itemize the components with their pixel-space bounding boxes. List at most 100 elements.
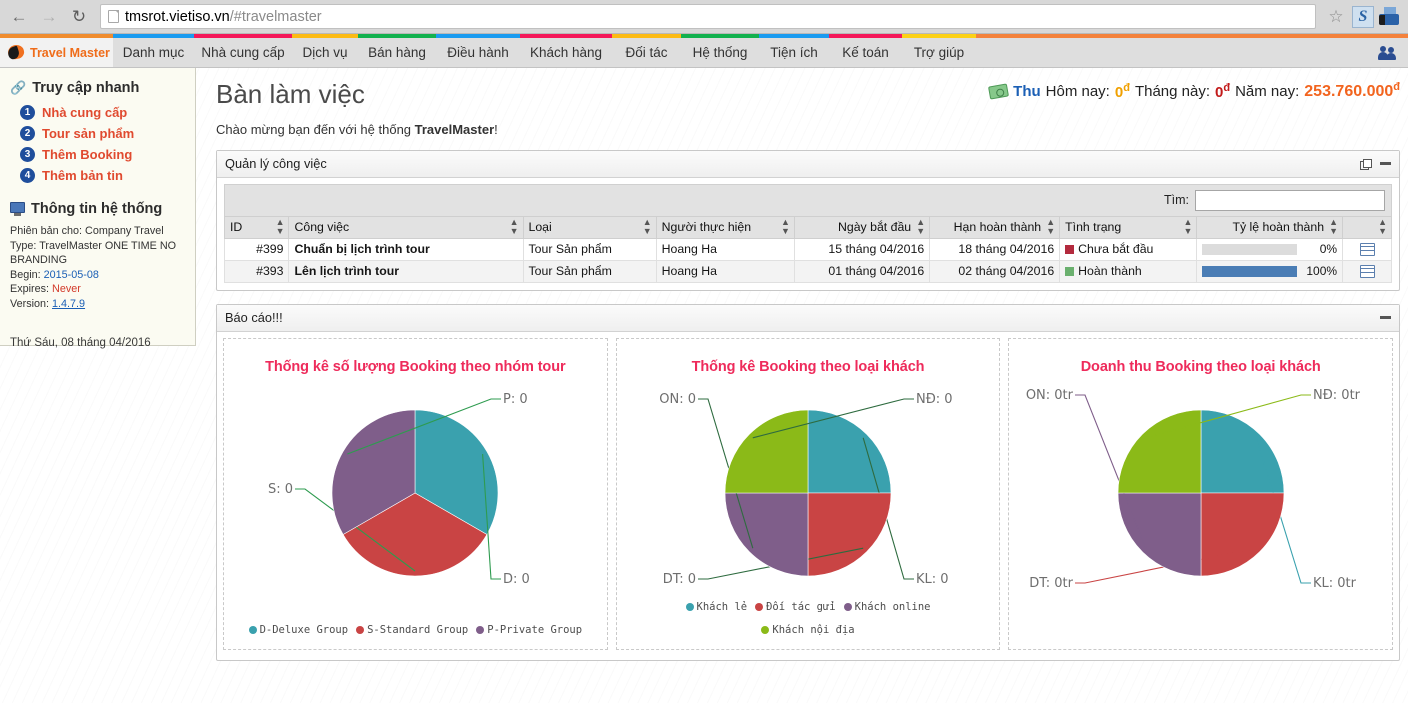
forward-arrow-icon[interactable]: → [36, 4, 62, 30]
quick-link-number: 4 [20, 168, 35, 183]
quick-link-item[interactable]: 4 Thêm bản tin [20, 168, 185, 183]
quick-link-item[interactable]: 3 Thêm Booking [20, 147, 185, 162]
nav-item-3[interactable]: Dịch vụ [292, 38, 358, 67]
grid-detail-icon[interactable] [1359, 264, 1375, 278]
sys-version-value[interactable]: 1.4.7.9 [52, 298, 85, 310]
minimize-icon[interactable] [1380, 162, 1391, 165]
sort-arrows-icon[interactable]: ▲ ▼ [916, 218, 925, 236]
sort-arrows-icon[interactable]: ▲ ▼ [1184, 218, 1193, 236]
pie-slice[interactable] [1117, 492, 1201, 576]
table-row[interactable]: #393 Lên lịch trình tour Tour Sản phẩm Hoan… [223, 259, 1392, 283]
sort-arrows-icon[interactable]: ▲ ▼ [643, 218, 652, 236]
quick-link-label[interactable]: Tour sản phẩm [42, 126, 134, 141]
report-panel-header: Báo cáo!!! [217, 304, 1399, 332]
column-header[interactable]: Công việc ▲ ▼ [288, 215, 524, 239]
pie-slice[interactable] [807, 492, 892, 576]
legend-entry[interactable]: Khách nội địa [761, 624, 855, 636]
users-icon[interactable] [1378, 45, 1398, 61]
cell-id[interactable]: #393 [223, 259, 290, 283]
grid-detail-icon[interactable] [1359, 242, 1375, 256]
work-panel-body: Tìm: ID ▲ ▼ Công việc ▲ ▼ Loại ▲ ▼ Người thực hiệ… [217, 178, 1399, 290]
legend-entry[interactable]: S-Standard Group [356, 624, 468, 636]
back-arrow-icon[interactable]: ← [6, 4, 32, 30]
column-header-label: Loại [528, 220, 552, 234]
column-header[interactable]: ID ▲ ▼ [223, 215, 290, 239]
column-header-label: Ngày bắt đầu [838, 220, 912, 234]
extension-s-icon[interactable]: S [1352, 5, 1374, 28]
nav-item-11[interactable]: Trợ giúp [902, 38, 976, 67]
pie-slice-label: S: 0 [268, 482, 293, 497]
brand-logo-area[interactable]: Travel Master [0, 38, 113, 67]
url-text: tmsrot.vietiso.vn/#travelmaster [125, 9, 322, 25]
welcome-brand: TravelMaster [414, 121, 495, 137]
column-header[interactable]: Tình trạng ▲ ▼ [1059, 215, 1198, 239]
nav-item-5[interactable]: Điều hành [436, 38, 520, 67]
address-bar[interactable]: tmsrot.vietiso.vn/#travelmaster [100, 4, 1316, 29]
cell-action[interactable] [1342, 259, 1392, 283]
work-panel-header: Quản lý công việc [217, 150, 1399, 178]
quick-link-label[interactable]: Thêm bản tin [42, 168, 123, 183]
nav-item-8[interactable]: Hệ thống [681, 38, 759, 67]
pie-slice[interactable] [724, 409, 809, 493]
quick-link-label[interactable]: Nhà cung cấp [42, 105, 127, 120]
pie-slice[interactable] [1200, 409, 1284, 493]
nav-item-7[interactable]: Đối tác [612, 38, 681, 67]
pie-slice[interactable] [724, 492, 809, 576]
pie-slice[interactable] [807, 409, 892, 493]
column-header[interactable]: Ngày bắt đầu ▲ ▼ [793, 215, 931, 239]
legend-label: Khách online [854, 601, 931, 614]
legend-entry[interactable]: Khách online [843, 601, 931, 614]
cell-task: Lên lịch trình tour [288, 259, 524, 283]
nav-item-6[interactable]: Khách hàng [520, 38, 612, 67]
legend-entry[interactable]: Khách lẻ [685, 601, 747, 613]
quick-link-item[interactable]: 1 Nhà cung cấp [20, 105, 185, 120]
quick-link-number: 2 [20, 126, 35, 141]
revenue-month-key: Tháng này: [1134, 82, 1210, 100]
nav-item-2[interactable]: Nhà cung cấp [194, 38, 292, 67]
revenue-label: Thu [1013, 82, 1041, 100]
nav-item-9[interactable]: Tiện ích [759, 38, 829, 67]
pie-slice[interactable] [1117, 409, 1201, 493]
pie-slice[interactable] [1200, 492, 1284, 576]
sort-arrows-icon[interactable]: ▲ ▼ [781, 218, 790, 236]
quick-access-list: 1 Nhà cung cấp 2 Tour sản phẩm 3 Thêm Booking… [10, 105, 185, 183]
sort-arrows-icon[interactable]: ▲ ▼ [1378, 218, 1387, 236]
column-header[interactable]: ▲ ▼ [1342, 215, 1392, 239]
search-input[interactable] [1195, 189, 1385, 211]
chart-title: Thống kê số lượng Booking theo nhóm tour [265, 358, 566, 375]
minimize-icon[interactable] [1380, 316, 1391, 319]
report-panel-body: Thống kê số lượng Booking theo nhóm tour… [217, 332, 1399, 660]
sort-arrows-icon[interactable]: ▲ ▼ [276, 218, 285, 236]
legend-color-dot [843, 603, 852, 612]
row-id-link[interactable]: #399 [256, 242, 283, 256]
pie-chart-svg: KL: 0 DT: 0 ON: 0 NĐ: 0 [659, 392, 952, 587]
nav-item-1[interactable]: Danh mục [113, 38, 194, 67]
quick-link-item[interactable]: 2 Tour sản phẩm [20, 126, 185, 141]
nav-right-tools [1378, 38, 1408, 67]
column-header[interactable]: Tỷ lệ hoàn thành ▲ ▼ [1196, 215, 1344, 239]
nav-item-4[interactable]: Bán hàng [358, 38, 436, 67]
row-id-link[interactable]: #393 [256, 264, 283, 278]
cell-id[interactable]: #399 [223, 237, 290, 261]
legend-entry[interactable]: Đối tác gửi [755, 601, 836, 613]
column-header[interactable]: Người thực hiện ▲ ▼ [655, 215, 795, 239]
reload-icon[interactable]: ↻ [66, 4, 92, 30]
bookmark-star-icon[interactable]: ☆ [1324, 7, 1348, 27]
table-row[interactable]: #399 Chuẩn bị lịch trình tour Tour Sản phẩ… [223, 237, 1392, 261]
cell-due-date: 02 tháng 04/2016 [929, 259, 1061, 283]
quick-link-label[interactable]: Thêm Booking [42, 147, 132, 162]
legend-entry[interactable]: P-Private Group [476, 624, 582, 636]
main-header: Bàn làm việc Chào mừng bạn đến với hệ th… [216, 78, 1400, 137]
cell-action[interactable] [1342, 237, 1392, 261]
printer-extension-icon[interactable] [1378, 6, 1402, 28]
legend-color-dot [356, 626, 365, 635]
restore-icon[interactable] [1360, 158, 1372, 170]
pie-slice-label: P: 0 [503, 392, 528, 407]
sort-arrows-icon[interactable]: ▲ ▼ [1046, 218, 1055, 236]
sort-arrows-icon[interactable]: ▲ ▼ [1329, 218, 1338, 236]
nav-item-10[interactable]: Kế toán [829, 38, 902, 67]
column-header[interactable]: Loại ▲ ▼ [522, 215, 657, 239]
column-header[interactable]: Hạn hoàn thành ▲ ▼ [929, 215, 1061, 239]
legend-entry[interactable]: D-Deluxe Group [248, 624, 348, 636]
sort-arrows-icon[interactable]: ▲ ▼ [510, 218, 519, 236]
